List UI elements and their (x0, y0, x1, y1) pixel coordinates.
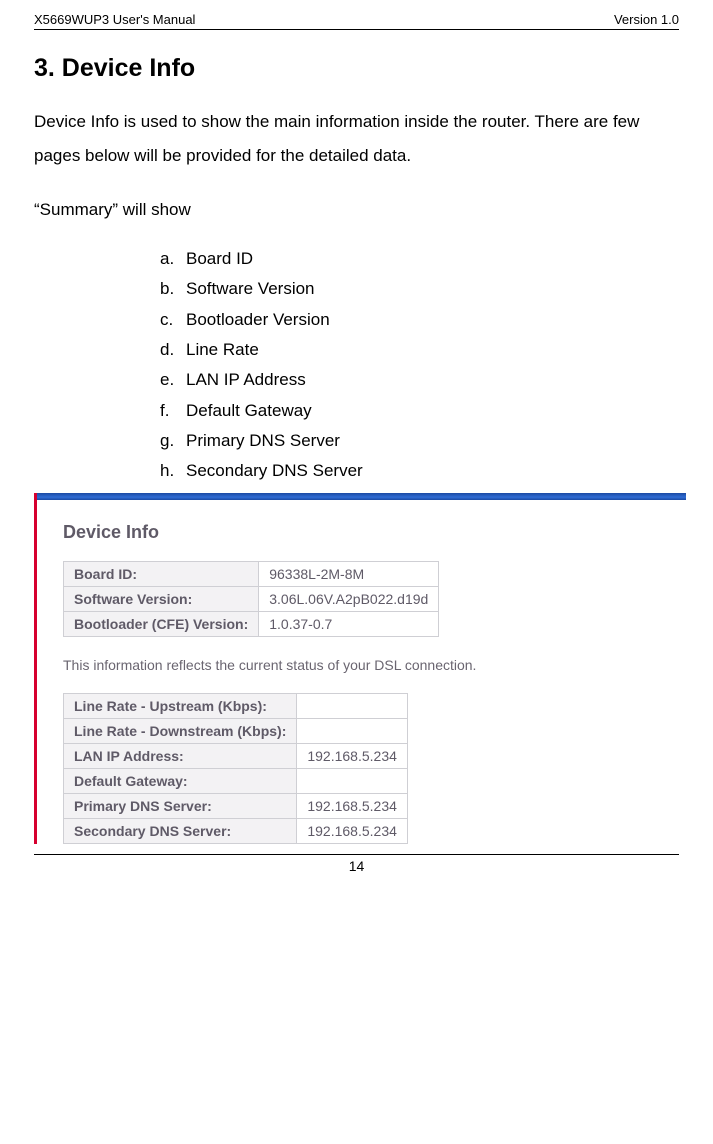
list-item: g.Primary DNS Server (160, 426, 679, 456)
page-header: X5669WUP3 User's Manual Version 1.0 (34, 12, 679, 30)
cell-label: Bootloader (CFE) Version: (64, 611, 259, 636)
info-table-1: Board ID: 96338L-2M-8M Software Version:… (63, 561, 439, 637)
blue-strip (37, 493, 686, 500)
cell-value: 3.06L.06V.A2pB022.d19d (259, 586, 439, 611)
cell-value: 192.168.5.234 (297, 793, 408, 818)
page-number: 14 (0, 855, 713, 884)
list-item: d.Line Rate (160, 335, 679, 365)
device-info-screenshot: Device Info Board ID: 96338L-2M-8M Softw… (34, 493, 686, 844)
list-marker: b. (160, 276, 186, 302)
list-marker: g. (160, 428, 186, 454)
cell-label: Default Gateway: (64, 768, 297, 793)
list-item: c.Bootloader Version (160, 305, 679, 335)
cell-label: Board ID: (64, 561, 259, 586)
cell-value (297, 718, 408, 743)
list-text: Line Rate (186, 340, 259, 359)
list-item: b.Software Version (160, 274, 679, 304)
list-marker: a. (160, 246, 186, 272)
cell-value: 192.168.5.234 (297, 818, 408, 843)
intro-paragraph: Device Info is used to show the main inf… (34, 105, 679, 173)
cell-label: Line Rate - Downstream (Kbps): (64, 718, 297, 743)
list-text: Primary DNS Server (186, 431, 340, 450)
status-note: This information reflects the current st… (63, 657, 676, 673)
section-title: 3. Device Info (34, 54, 679, 83)
list-marker: h. (160, 458, 186, 484)
list-marker: d. (160, 337, 186, 363)
table-row: Bootloader (CFE) Version: 1.0.37-0.7 (64, 611, 439, 636)
list-item: h.Secondary DNS Server (160, 456, 679, 486)
table-row: Secondary DNS Server: 192.168.5.234 (64, 818, 408, 843)
header-right: Version 1.0 (614, 12, 679, 27)
info-table-2: Line Rate - Upstream (Kbps): Line Rate -… (63, 693, 408, 844)
cell-label: Secondary DNS Server: (64, 818, 297, 843)
table-row: Software Version: 3.06L.06V.A2pB022.d19d (64, 586, 439, 611)
list-text: Bootloader Version (186, 310, 330, 329)
table-row: Primary DNS Server: 192.168.5.234 (64, 793, 408, 818)
list-text: Default Gateway (186, 401, 312, 420)
list-marker: e. (160, 367, 186, 393)
cell-label: Line Rate - Upstream (Kbps): (64, 693, 297, 718)
summary-list: a.Board ID b.Software Version c.Bootload… (34, 244, 679, 487)
cell-value: 96338L-2M-8M (259, 561, 439, 586)
list-marker: c. (160, 307, 186, 333)
list-item: a.Board ID (160, 244, 679, 274)
table-row: Line Rate - Downstream (Kbps): (64, 718, 408, 743)
list-marker: f. (160, 398, 186, 424)
header-left: X5669WUP3 User's Manual (34, 12, 195, 27)
table-row: LAN IP Address: 192.168.5.234 (64, 743, 408, 768)
cell-value (297, 693, 408, 718)
list-text: Secondary DNS Server (186, 461, 363, 480)
cell-value: 192.168.5.234 (297, 743, 408, 768)
list-item: e.LAN IP Address (160, 365, 679, 395)
table-row: Default Gateway: (64, 768, 408, 793)
cell-label: LAN IP Address: (64, 743, 297, 768)
list-text: LAN IP Address (186, 370, 306, 389)
screenshot-heading: Device Info (63, 522, 676, 543)
table-row: Board ID: 96338L-2M-8M (64, 561, 439, 586)
list-text: Board ID (186, 249, 253, 268)
list-intro: “Summary” will show (34, 193, 679, 227)
cell-label: Software Version: (64, 586, 259, 611)
table-row: Line Rate - Upstream (Kbps): (64, 693, 408, 718)
cell-value (297, 768, 408, 793)
list-text: Software Version (186, 279, 315, 298)
list-item: f.Default Gateway (160, 396, 679, 426)
cell-value: 1.0.37-0.7 (259, 611, 439, 636)
cell-label: Primary DNS Server: (64, 793, 297, 818)
